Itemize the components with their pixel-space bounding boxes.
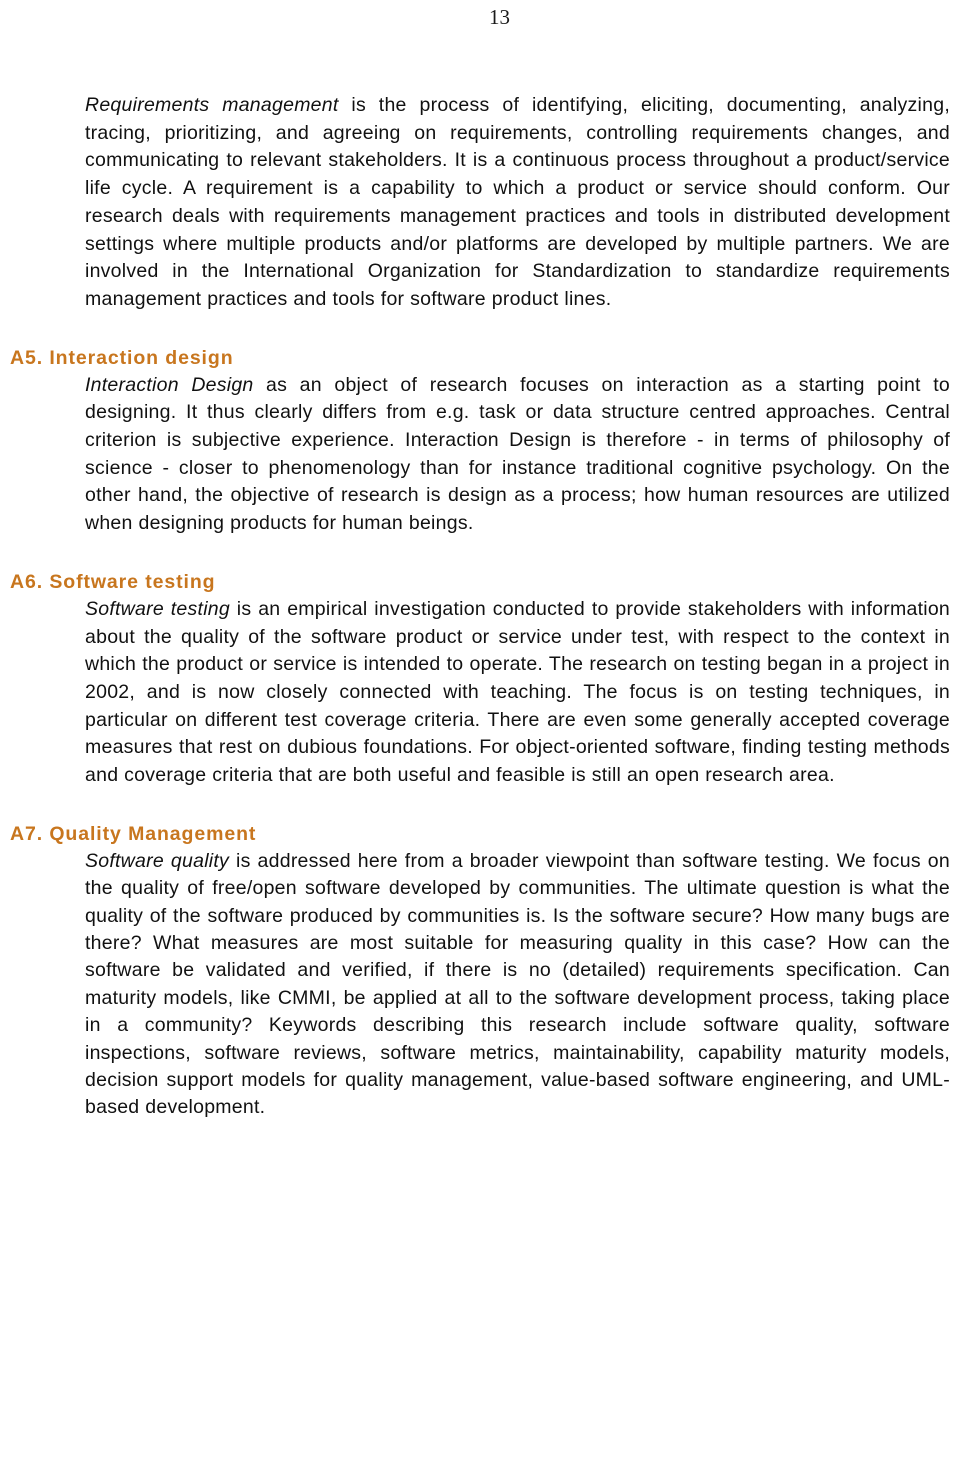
paragraph-text-3: is addressed here from a broader viewpoi… bbox=[85, 849, 950, 1119]
section-heading-software-testing: A6. Software testing bbox=[10, 570, 216, 593]
paragraph-requirements-management: Requirements management is the process o… bbox=[85, 92, 950, 314]
paragraph-lead-italic-0: Requirements management bbox=[85, 94, 339, 116]
paragraph-interaction-design: Interaction Design as an object of resea… bbox=[85, 372, 950, 538]
paragraph-software-testing: Software testing is an empirical investi… bbox=[85, 596, 950, 790]
paragraph-lead-italic-1: Interaction Design bbox=[85, 373, 254, 396]
paragraph-quality-management: Software quality is addressed here from … bbox=[85, 848, 950, 1122]
paragraph-text-1: as an object of research focuses on inte… bbox=[85, 373, 951, 535]
section-heading-interaction-design: A5. Interaction design bbox=[10, 346, 234, 369]
section-heading-quality-management: A7. Quality Management bbox=[10, 822, 257, 845]
document-page: 13 Requirements management is the proces… bbox=[0, 0, 960, 1466]
paragraph-lead-italic-2: Software testing bbox=[85, 597, 230, 620]
paragraph-lead-italic-3: Software quality bbox=[85, 849, 230, 872]
paragraph-text-2: is an empirical investigation conducted … bbox=[85, 597, 951, 787]
paragraph-text-0: is the process of identifying, eliciting… bbox=[85, 94, 950, 310]
document-body: Requirements management is the process o… bbox=[10, 92, 950, 1122]
page-number: 13 bbox=[489, 5, 510, 29]
